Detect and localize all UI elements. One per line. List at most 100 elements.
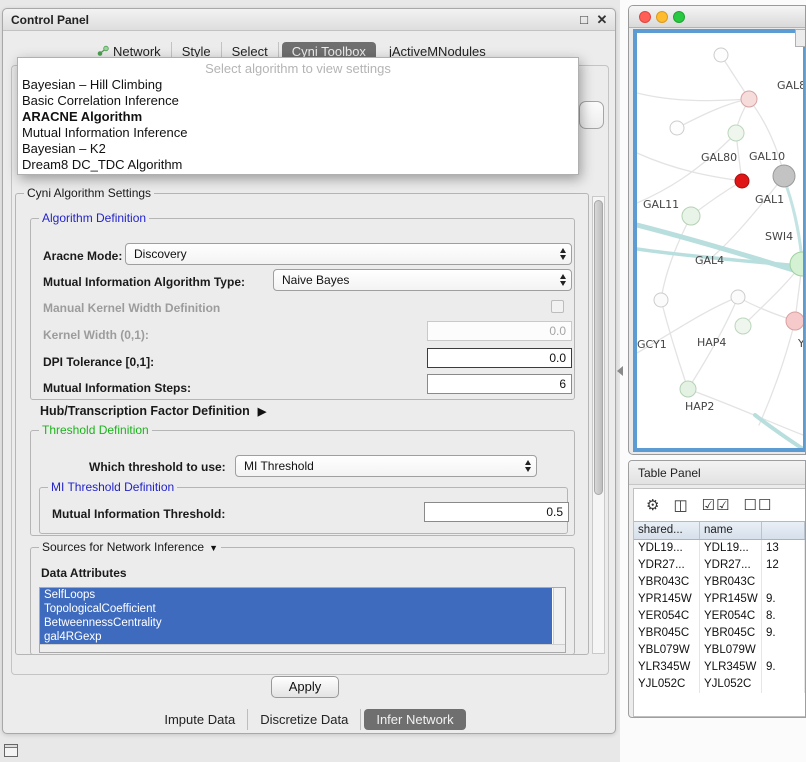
table-cell: YER054C — [634, 608, 700, 625]
node-label: Y — [797, 337, 803, 350]
float-window-icon[interactable]: □ — [577, 12, 591, 27]
network-view-window: GAL80GAL80GAL10GAL11GAL1SWI4GAL4GCY1HAP4… — [628, 5, 806, 455]
algorithm-popup-placeholder: Select algorithm to view settings — [18, 60, 578, 77]
apply-button[interactable]: Apply — [271, 676, 339, 698]
network-node[interactable] — [735, 174, 749, 188]
settings-scrollbar[interactable] — [592, 196, 605, 654]
close-window-icon[interactable]: ✕ — [595, 12, 609, 28]
threshold-type-select[interactable]: MI Threshold — [235, 455, 537, 477]
network-node[interactable] — [773, 165, 795, 187]
network-graph[interactable]: GAL80GAL80GAL10GAL11GAL1SWI4GAL4GCY1HAP4… — [637, 33, 803, 448]
mi-algorithm-type-select[interactable]: Naive Bayes — [273, 269, 572, 291]
table-cell: YBR043C — [634, 574, 700, 591]
table-cell: YDR27... — [634, 557, 700, 574]
network-node[interactable] — [670, 121, 684, 135]
dpi-tolerance-field[interactable]: 0.0 — [427, 348, 572, 368]
column-header-name[interactable]: name — [700, 522, 762, 539]
table-cell: YBR045C — [634, 625, 700, 642]
algorithm-option-mutual-information-inference[interactable]: Mutual Information Inference — [18, 125, 578, 141]
table-row[interactable]: YJL052CYJL052C — [634, 676, 805, 693]
column-header-shared[interactable]: shared... — [634, 522, 700, 539]
node-label: GCY1 — [637, 338, 667, 351]
mi-threshold-field[interactable]: 0.5 — [424, 502, 569, 522]
hub-definition-toggle[interactable]: Hub/Transcription Factor Definition▶ — [40, 404, 266, 418]
table-row[interactable]: YBR043CYBR043C — [634, 574, 805, 591]
mi-threshold-label: Mutual Information Threshold: — [52, 507, 225, 521]
column-header-col2[interactable] — [762, 522, 805, 539]
manual-kernel-width-label: Manual Kernel Width Definition — [43, 301, 220, 315]
network-edge[interactable] — [749, 99, 784, 176]
network-node[interactable] — [680, 381, 696, 397]
columns-icon[interactable]: ◫ — [673, 498, 688, 513]
data-attributes-list[interactable]: SelfLoopsTopologicalCoefficientBetweenne… — [39, 587, 566, 653]
algorithm-option-basic-correlation-inference[interactable]: Basic Correlation Inference — [18, 93, 578, 109]
control-panel-titlebar[interactable]: Control Panel □ ✕ — [3, 9, 615, 31]
window-title: Control Panel — [11, 13, 89, 27]
sources-group-title[interactable]: Sources for Network Inference▼ — [39, 540, 221, 554]
bottom-tab-impute-data[interactable]: Impute Data — [152, 709, 248, 730]
manual-kernel-width-checkbox — [551, 300, 564, 313]
attribute-list-vscrollbar[interactable] — [553, 588, 565, 644]
algorithm-option-bayesian-k2[interactable]: Bayesian – K2 — [18, 141, 578, 157]
attribute-topologicalcoefficient[interactable]: TopologicalCoefficient — [40, 602, 552, 616]
network-edge[interactable] — [759, 321, 795, 425]
mi-algorithm-type-value: Naive Bayes — [282, 273, 349, 287]
attribute-gal4rgexp[interactable]: gal4RGexp — [40, 630, 552, 644]
table-row[interactable]: YBL079WYBL079W — [634, 642, 805, 659]
show-columns-icon[interactable]: ☑☑ — [702, 498, 731, 513]
panel-collapse-arrow[interactable] — [617, 366, 623, 376]
table-cell: 8. — [762, 608, 805, 625]
table-row[interactable]: YER054CYER054C8. — [634, 608, 805, 625]
table-row[interactable]: YDR27...YDR27...12 — [634, 557, 805, 574]
table-panel-window: Table Panel ⚙◫☑☑☐☐ shared...name YDL19..… — [628, 460, 806, 718]
table-toolbar: ⚙ ◫ ☑☑ ☐☐ — [634, 489, 805, 521]
algorithm-option-dream8-dc-tdc-algorithm[interactable]: Dream8 DC_TDC Algorithm — [18, 157, 578, 173]
network-node[interactable] — [790, 252, 803, 276]
table-row[interactable]: YPR145WYPR145W9. — [634, 591, 805, 608]
network-node[interactable] — [786, 312, 803, 330]
mi-steps-field[interactable]: 6 — [427, 374, 572, 394]
hide-columns-icon[interactable]: ☐☐ — [744, 498, 773, 513]
minimized-window-icon[interactable] — [4, 744, 18, 757]
bottom-tab-discretize-data[interactable]: Discretize Data — [248, 709, 361, 730]
attribute-list-hscrollbar[interactable] — [40, 644, 565, 652]
network-canvas[interactable]: GAL80GAL80GAL10GAL11GAL1SWI4GAL4GCY1HAP4… — [637, 33, 803, 448]
network-node[interactable] — [735, 318, 751, 334]
network-node[interactable] — [654, 293, 668, 307]
network-node[interactable] — [741, 91, 757, 107]
settings-scrollbar-thumb[interactable] — [594, 200, 603, 495]
network-node[interactable] — [728, 125, 744, 141]
network-edge[interactable] — [637, 133, 736, 203]
bottom-tab-infer-network[interactable]: Infer Network — [364, 709, 465, 730]
network-edge[interactable] — [637, 93, 749, 101]
node-label: GAL11 — [643, 198, 679, 211]
minimize-traffic-light-icon[interactable] — [656, 11, 668, 23]
network-edge[interactable] — [702, 176, 784, 265]
attribute-betweennesscentrality[interactable]: BetweennessCentrality — [40, 616, 552, 630]
network-node[interactable] — [682, 207, 700, 225]
network-node[interactable] — [714, 48, 728, 62]
table-row[interactable]: YLR345WYLR345W9. — [634, 659, 805, 676]
settings-gear-icon[interactable]: ⚙ — [646, 498, 660, 513]
algorithm-option-aracne-algorithm[interactable]: ARACNE Algorithm — [18, 109, 578, 125]
table-cell: 9. — [762, 659, 805, 676]
network-edge[interactable] — [661, 216, 691, 300]
dpi-tolerance-label: DPI Tolerance [0,1]: — [43, 355, 154, 369]
attribute-selfloops[interactable]: SelfLoops — [40, 588, 552, 602]
dropdown-arrows-icon — [560, 274, 566, 286]
expand-right-icon: ▶ — [258, 406, 266, 418]
close-traffic-light-icon[interactable] — [639, 11, 651, 23]
network-edge[interactable] — [784, 179, 802, 261]
network-view-titlebar[interactable] — [629, 6, 805, 28]
table-row[interactable]: YDL19...YDL19...13 — [634, 540, 805, 557]
network-node[interactable] — [731, 290, 745, 304]
node-label: HAP2 — [685, 400, 714, 413]
algorithm-option-bayesian-hill-climbing[interactable]: Bayesian – Hill Climbing — [18, 77, 578, 93]
zoom-traffic-light-icon[interactable] — [673, 11, 685, 23]
table-row[interactable]: YBR045CYBR045C9. — [634, 625, 805, 642]
collapse-down-icon: ▼ — [209, 543, 218, 553]
aracne-mode-select[interactable]: Discovery — [125, 243, 572, 265]
mi-algorithm-type-label: Mutual Information Algorithm Type: — [43, 275, 245, 289]
canvas-corner-widget[interactable] — [795, 29, 806, 47]
aracne-mode-label: Aracne Mode: — [43, 249, 122, 263]
